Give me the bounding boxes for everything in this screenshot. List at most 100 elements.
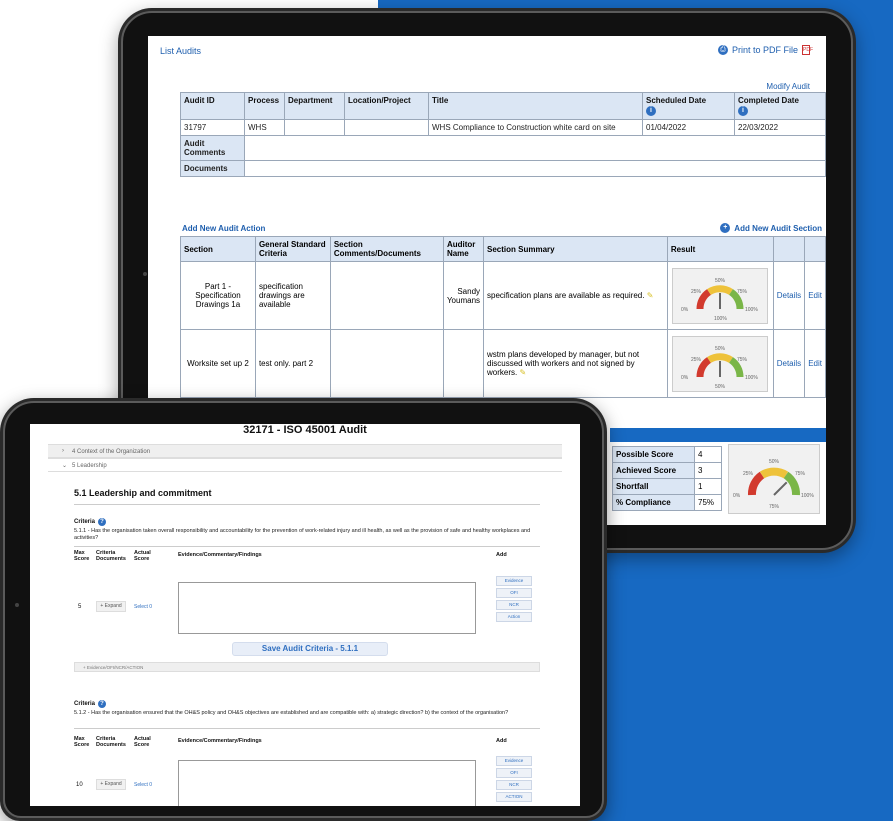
- gauge-label-75: 75%: [795, 471, 806, 477]
- compliance-gauge: 0% 25% 50% 75% 100% 75%: [728, 444, 820, 514]
- section-auditor: [442, 329, 485, 398]
- add-ofi-button[interactable]: OFI: [496, 588, 532, 598]
- col-criteria-documents: Criteria Documents: [96, 736, 126, 748]
- pdf-icon: PDF: [802, 45, 813, 55]
- edit-link[interactable]: Edit: [804, 329, 826, 398]
- compliance-value: 75%: [694, 494, 722, 511]
- sections-header-row: Section General Standard Criteria Sectio…: [180, 236, 826, 262]
- section-auditor: Sandy Youmans: [442, 261, 485, 330]
- documents-row: Documents: [180, 160, 826, 177]
- gauge-label-100: 100%: [745, 375, 758, 381]
- header-department: Department: [284, 92, 345, 120]
- gauge-label-75: 75%: [737, 357, 748, 363]
- modify-audit-link[interactable]: Modify Audit: [766, 82, 810, 91]
- criteria-label: Criteria?: [74, 518, 107, 526]
- audit-info-table: Audit ID Process Department Location/Pro…: [180, 92, 826, 177]
- add-evidence-button[interactable]: Evidence: [496, 576, 532, 586]
- header-title: Title: [428, 92, 643, 120]
- score-row: Achieved Score 3: [612, 462, 722, 479]
- gauge-readout: 100%: [714, 316, 727, 322]
- section-row: Worksite set up 2 test only. part 2 wstm…: [180, 329, 826, 398]
- details-link[interactable]: Details: [772, 329, 806, 398]
- add-ncr-button[interactable]: NCR: [496, 600, 532, 610]
- accordion-leadership-label: 5 Leadership: [72, 463, 107, 469]
- section-name: Part 1 - Specification Drawings 1a: [180, 261, 256, 330]
- action-bar: Add New Audit Action + Add New Audit Sec…: [180, 222, 826, 236]
- col-criteria-documents: Criteria Documents: [96, 550, 126, 562]
- score-row: Shortfall 1: [612, 478, 722, 495]
- info-icon[interactable]: ?: [98, 700, 107, 708]
- col-add: Add: [496, 738, 507, 744]
- add-section-icon: +: [720, 223, 731, 233]
- shortfall-value: 1: [694, 478, 722, 495]
- divider: [74, 728, 540, 729]
- department-value: [284, 119, 345, 136]
- save-criteria-button[interactable]: Save Audit Criteria - 5.1.1: [232, 642, 388, 656]
- gauge-label-25: 25%: [691, 289, 702, 295]
- score-row: % Compliance 75%: [612, 494, 722, 511]
- evidence-accordion[interactable]: + Evidence/OFI/NCR/ACTION: [74, 662, 540, 672]
- list-audits-link[interactable]: List Audits: [160, 46, 201, 56]
- gauge-label-75: 75%: [737, 289, 748, 295]
- compliance-label: % Compliance: [612, 494, 695, 511]
- section-result: 0% 25% 50% 75% 100% 50%: [666, 329, 774, 398]
- documents-value: [244, 160, 826, 177]
- col-actual-score: Actual Score: [134, 550, 151, 562]
- completed-date-value: 22/03/2022: [734, 119, 826, 136]
- audit-id-value: 31797: [180, 119, 245, 136]
- section-summary: wstm plans developed by manager, but not…: [483, 329, 668, 398]
- expand-button[interactable]: + Expand: [96, 601, 126, 612]
- add-ofi-button[interactable]: OFI: [496, 768, 532, 778]
- header-scheduled-date: Scheduled Date i: [642, 92, 735, 120]
- audit-data-row: 31797 WHS WHS Compliance to Construction…: [180, 119, 826, 136]
- process-value: WHS: [244, 119, 285, 136]
- gauge-readout: 75%: [769, 504, 780, 510]
- add-ncr-button[interactable]: NCR: [496, 780, 532, 790]
- details-link[interactable]: Details: [772, 261, 806, 330]
- shortfall-label: Shortfall: [612, 478, 695, 495]
- score-header-bar: [610, 428, 826, 442]
- select-score-link[interactable]: Select 0: [134, 782, 152, 788]
- max-score-value: 10: [76, 782, 83, 788]
- gauge-label-50: 50%: [715, 346, 726, 352]
- section-summary: specification plans are available as req…: [483, 261, 668, 330]
- header-result: Result: [666, 236, 774, 262]
- scheduled-info-icon: i: [646, 106, 656, 116]
- score-row: Possible Score 4: [612, 446, 722, 463]
- add-evidence-button[interactable]: Evidence: [496, 756, 532, 766]
- add-action-button[interactable]: Action: [496, 612, 532, 622]
- section-comments: [329, 261, 444, 330]
- gauge-label-0: 0%: [681, 307, 689, 313]
- edit-link[interactable]: Edit: [804, 261, 826, 330]
- criteria-label: Criteria?: [74, 700, 107, 708]
- result-gauge: 0% 25% 50% 75% 100% 50%: [672, 335, 769, 392]
- accordion-context[interactable]: › 4 Context of the Organization: [48, 444, 562, 458]
- add-audit-section-link[interactable]: + Add New Audit Section: [720, 223, 822, 233]
- compliance-gauge-svg: 0% 25% 50% 75% 100% 75%: [733, 459, 814, 510]
- evidence-textarea[interactable]: [178, 582, 476, 634]
- accordion-context-label: 4 Context of the Organization: [72, 449, 151, 455]
- audit-comments-row: Audit Comments: [180, 135, 826, 161]
- score-table: Possible Score 4 Achieved Score 3 Shortfal…: [612, 446, 722, 511]
- marketing-scene: List Audits ⎙ Print to PDF File PDF Modi…: [0, 0, 893, 821]
- add-action-button[interactable]: ACTION: [496, 792, 532, 802]
- section-criteria: test only. part 2: [254, 329, 331, 398]
- front-tablet: 32171 - ISO 45001 Audit › 4 Context of t…: [0, 398, 607, 821]
- front-tablet-camera: [15, 603, 19, 607]
- header-completed-date: Completed Date i: [734, 92, 826, 120]
- add-audit-action-link[interactable]: Add New Audit Action: [182, 224, 265, 233]
- expand-button[interactable]: + Expand: [96, 779, 126, 790]
- select-score-link[interactable]: Select 0: [134, 604, 152, 610]
- evidence-textarea[interactable]: [178, 760, 476, 806]
- accordion-leadership[interactable]: ⌄ 5 Leadership: [48, 458, 562, 472]
- pencil-icon: ✎: [646, 291, 654, 300]
- print-pdf-link[interactable]: ⎙ Print to PDF File PDF: [717, 45, 813, 55]
- section-comments: [329, 329, 444, 398]
- print-icon: ⎙: [717, 45, 728, 55]
- chevron-right-icon: ›: [62, 448, 64, 454]
- print-pdf-label: Print to PDF File: [731, 45, 798, 55]
- header-location: Location/Project: [344, 92, 429, 120]
- location-value: [344, 119, 429, 136]
- gauge-label-100: 100%: [801, 493, 814, 499]
- info-icon[interactable]: ?: [98, 518, 107, 526]
